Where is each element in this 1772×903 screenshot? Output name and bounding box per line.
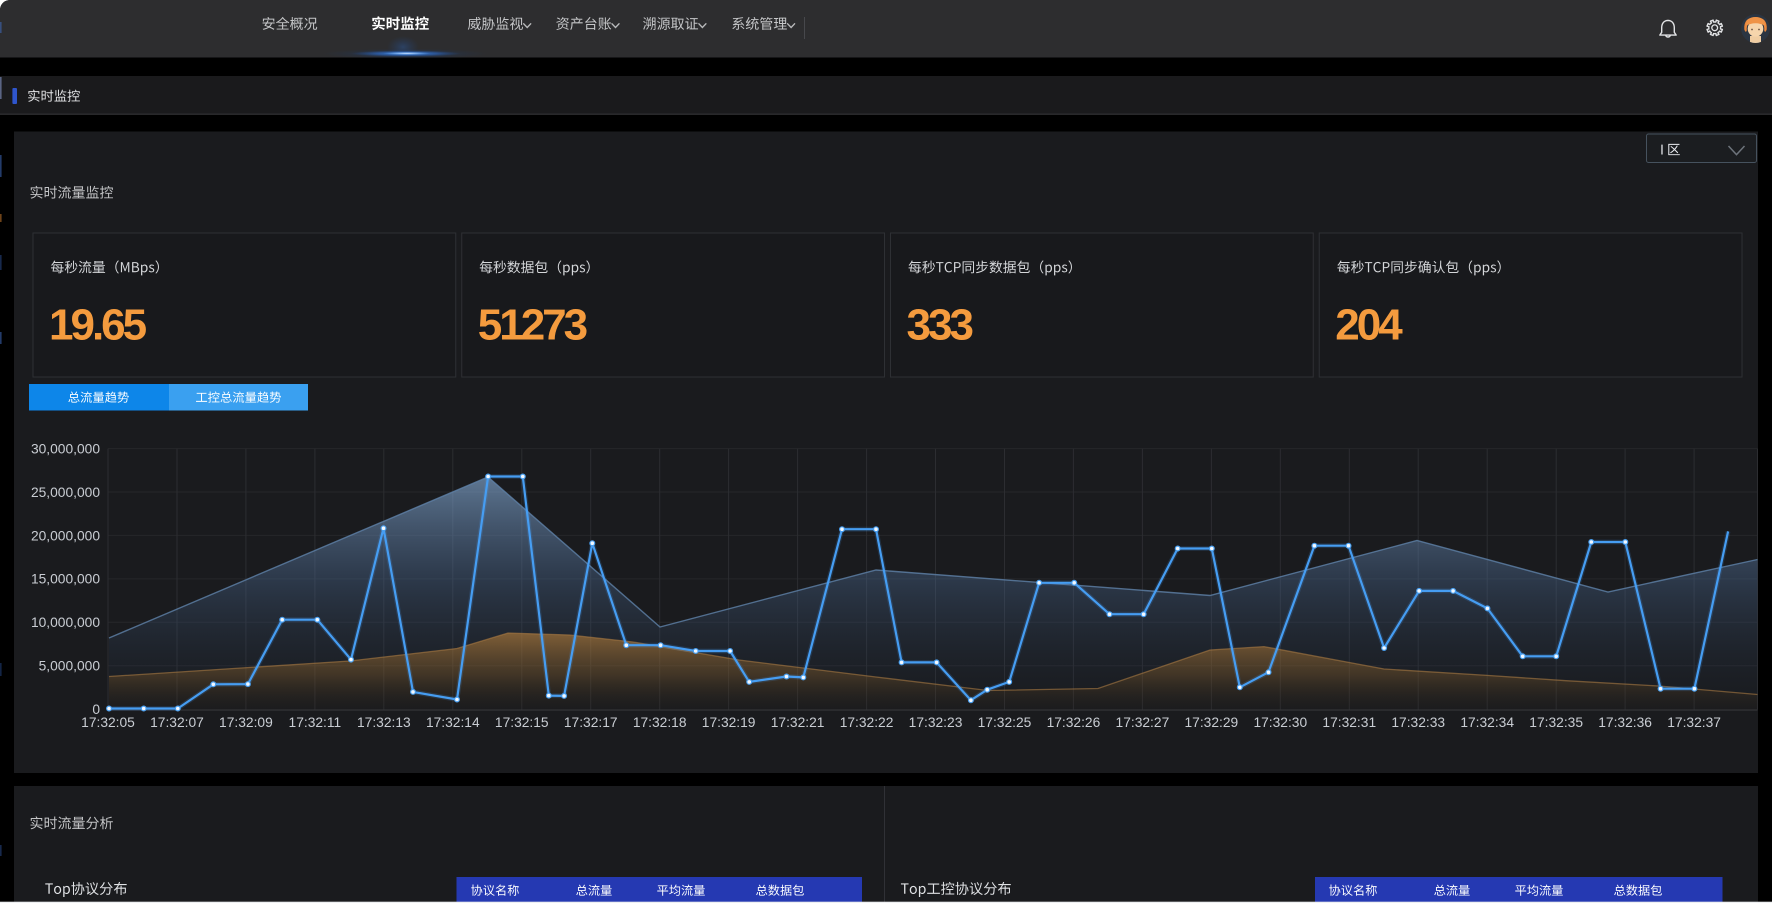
svg-text:17:32:34: 17:32:34 [1460, 715, 1514, 730]
svg-text:17:32:15: 17:32:15 [495, 715, 549, 730]
svg-text:333: 333 [907, 301, 973, 350]
svg-text:25,000,000: 25,000,000 [31, 485, 100, 500]
svg-text:17:32:29: 17:32:29 [1185, 715, 1239, 730]
svg-text:17:32:26: 17:32:26 [1047, 715, 1101, 730]
svg-text:10,000,000: 10,000,000 [31, 615, 100, 630]
svg-text:17:32:05: 17:32:05 [81, 715, 135, 730]
svg-text:17:32:21: 17:32:21 [771, 715, 825, 730]
svg-text:204: 204 [1335, 301, 1403, 350]
svg-text:20,000,000: 20,000,000 [31, 528, 100, 543]
svg-text:17:32:31: 17:32:31 [1322, 715, 1376, 730]
svg-text:17:32:25: 17:32:25 [978, 715, 1032, 730]
svg-text:17:32:22: 17:32:22 [840, 715, 894, 730]
svg-text:17:32:18: 17:32:18 [633, 715, 687, 730]
svg-text:17:32:36: 17:32:36 [1598, 715, 1652, 730]
svg-text:17:32:14: 17:32:14 [426, 715, 480, 730]
svg-text:19.65: 19.65 [49, 301, 147, 350]
svg-text:17:32:23: 17:32:23 [909, 715, 963, 730]
svg-text:17:32:07: 17:32:07 [150, 715, 204, 730]
svg-text:17:32:19: 17:32:19 [702, 715, 756, 730]
svg-text:5,000,000: 5,000,000 [39, 659, 101, 674]
svg-text:17:32:37: 17:32:37 [1667, 715, 1721, 730]
svg-text:51273: 51273 [478, 301, 587, 350]
svg-text:17:32:30: 17:32:30 [1253, 715, 1307, 730]
svg-text:17:32:35: 17:32:35 [1529, 715, 1583, 730]
svg-text:17:32:33: 17:32:33 [1391, 715, 1445, 730]
svg-text:30,000,000: 30,000,000 [31, 441, 100, 456]
svg-text:17:32:09: 17:32:09 [219, 715, 273, 730]
svg-text:15,000,000: 15,000,000 [31, 572, 100, 587]
svg-text:17:32:27: 17:32:27 [1116, 715, 1170, 730]
svg-text:17:32:13: 17:32:13 [357, 715, 411, 730]
svg-text:17:32:17: 17:32:17 [564, 715, 618, 730]
svg-text:17:32:11: 17:32:11 [289, 715, 342, 730]
